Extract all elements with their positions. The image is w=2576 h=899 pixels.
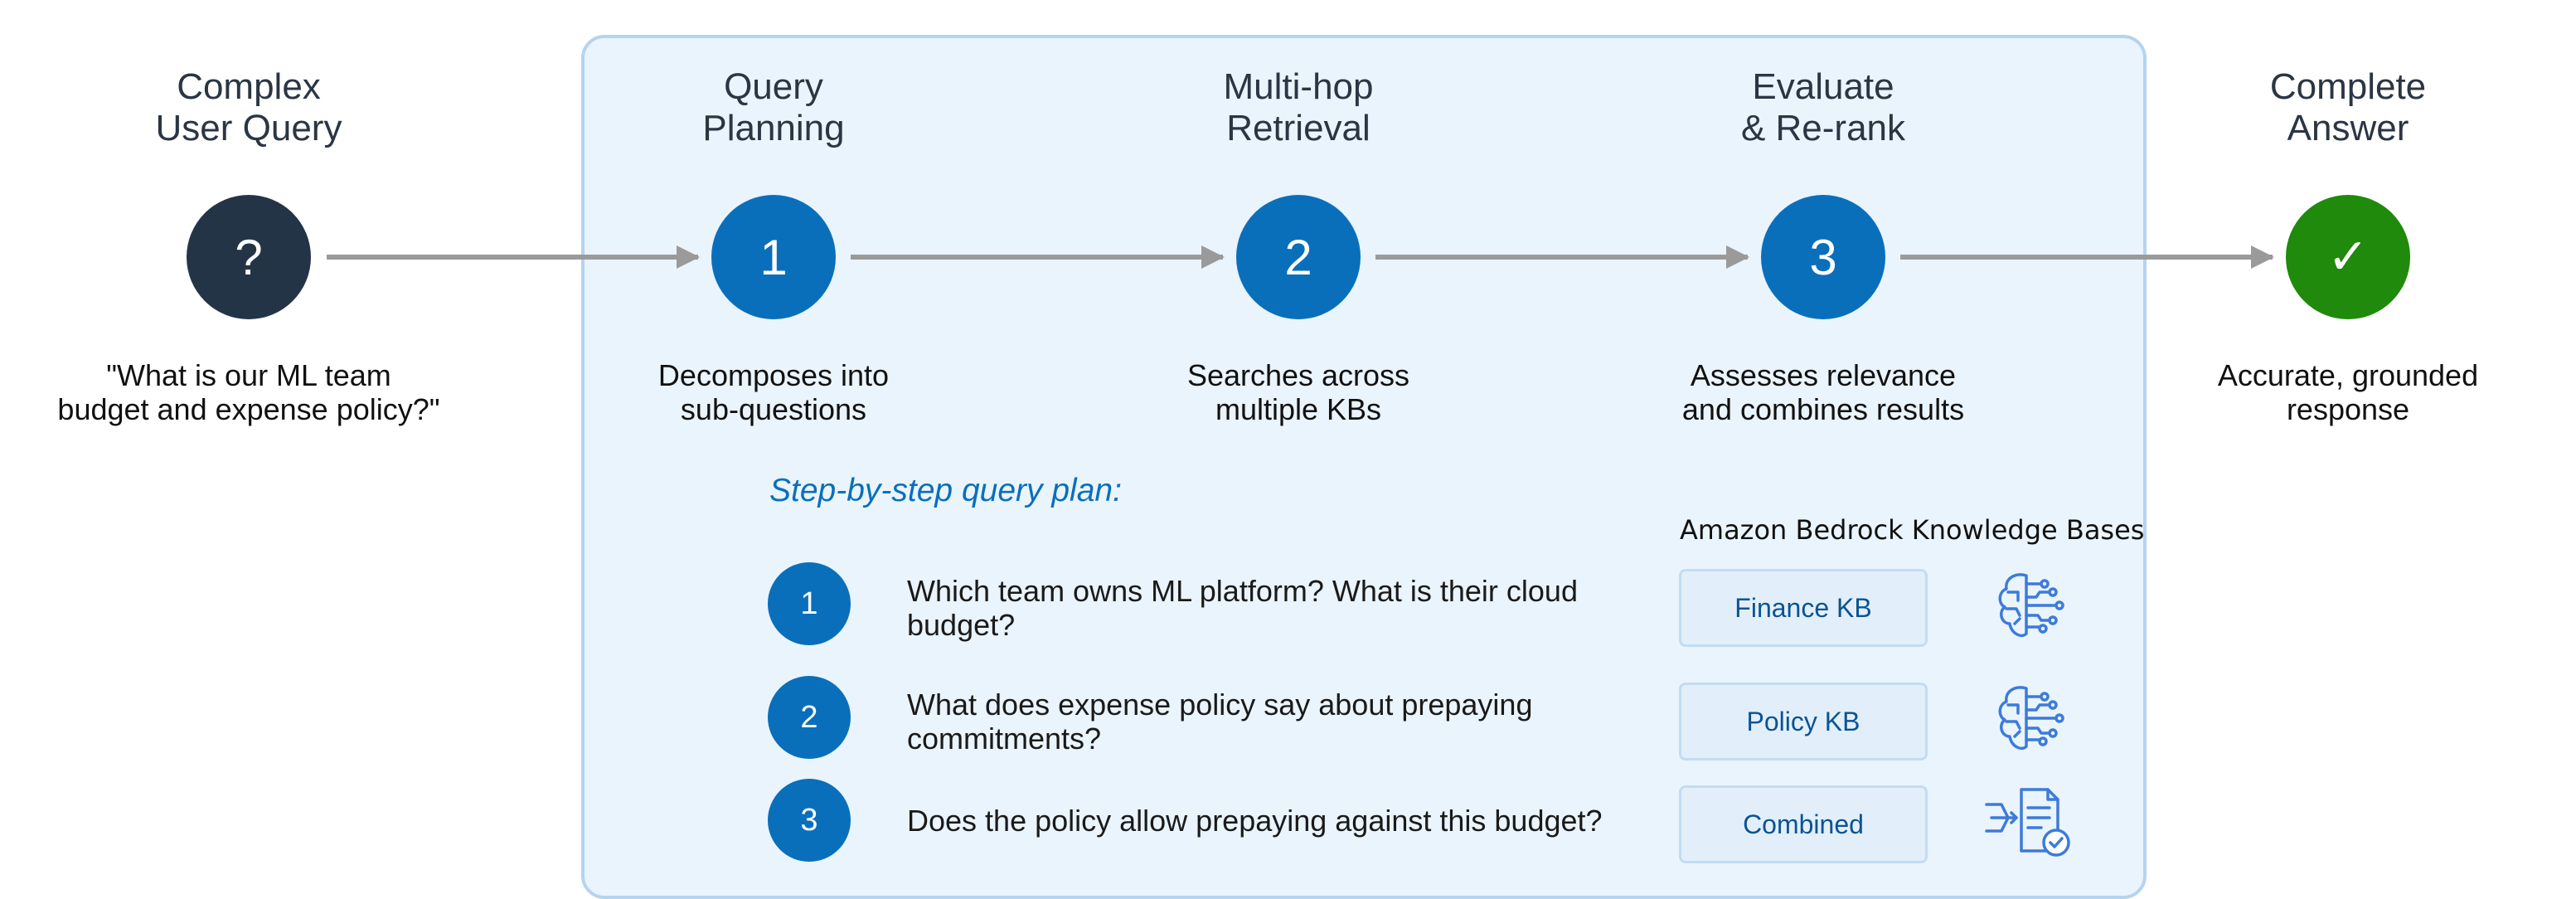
plan-step-text-1: Which team owns ML platform? What is the… [907, 574, 1578, 642]
stage-desc-user-query: "What is our ML team budget and expense … [57, 358, 440, 426]
stage-title-multi-hop-retrieval: Multi-hop Retrieval [1223, 66, 1374, 148]
flow-arrow-1 [327, 245, 700, 269]
plan-step-text-2: What does expense policy say about prepa… [907, 688, 1533, 756]
stage-title-query-planning: Query Planning [702, 66, 845, 148]
stage-desc-multi-hop-retrieval: Searches across multiple KBs [1186, 358, 1410, 426]
flow-arrow-4 [1900, 245, 2274, 269]
document-merge-check-icon [1985, 788, 2070, 857]
flow-arrow-2 [851, 245, 1225, 269]
question-mark-icon: ? [187, 195, 311, 319]
knowledge-bases-header: Amazon Bedrock Knowledge Bases [1680, 514, 2145, 546]
plan-step-number-1: 1 [768, 562, 851, 645]
stage-number-1: 1 [711, 195, 836, 319]
brain-circuit-icon [1998, 686, 2064, 751]
kb-badge-policy: Policy KB [1679, 683, 1928, 761]
stage-desc-evaluate-rerank: Assesses relevance and combines results [1681, 358, 1965, 426]
checkmark-icon: ✓ [2286, 195, 2410, 319]
stage-title-evaluate-rerank: Evaluate & Re-rank [1740, 66, 1906, 148]
stage-desc-complete-answer: Accurate, grounded response [2217, 358, 2479, 426]
plan-step-number-2: 2 [768, 676, 851, 759]
stage-desc-query-planning: Decomposes into sub-questions [657, 358, 890, 426]
kb-badge-finance: Finance KB [1679, 569, 1928, 647]
stage-title-user-query: Complex User Query [155, 66, 342, 148]
flow-arrow-3 [1375, 245, 1749, 269]
stage-number-2: 2 [1236, 195, 1361, 319]
stage-title-complete-answer: Complete Answer [2269, 66, 2427, 148]
brain-circuit-icon [1998, 573, 2064, 638]
kb-badge-combined: Combined [1679, 785, 1928, 863]
stage-number-3: 3 [1761, 195, 1885, 319]
plan-step-number-3: 3 [768, 779, 851, 862]
query-plan-title: Step-by-step query plan: [769, 473, 1122, 508]
plan-step-text-3: Does the policy allow prepaying against … [907, 804, 1603, 838]
agentic-retrieval-panel [581, 35, 2147, 899]
